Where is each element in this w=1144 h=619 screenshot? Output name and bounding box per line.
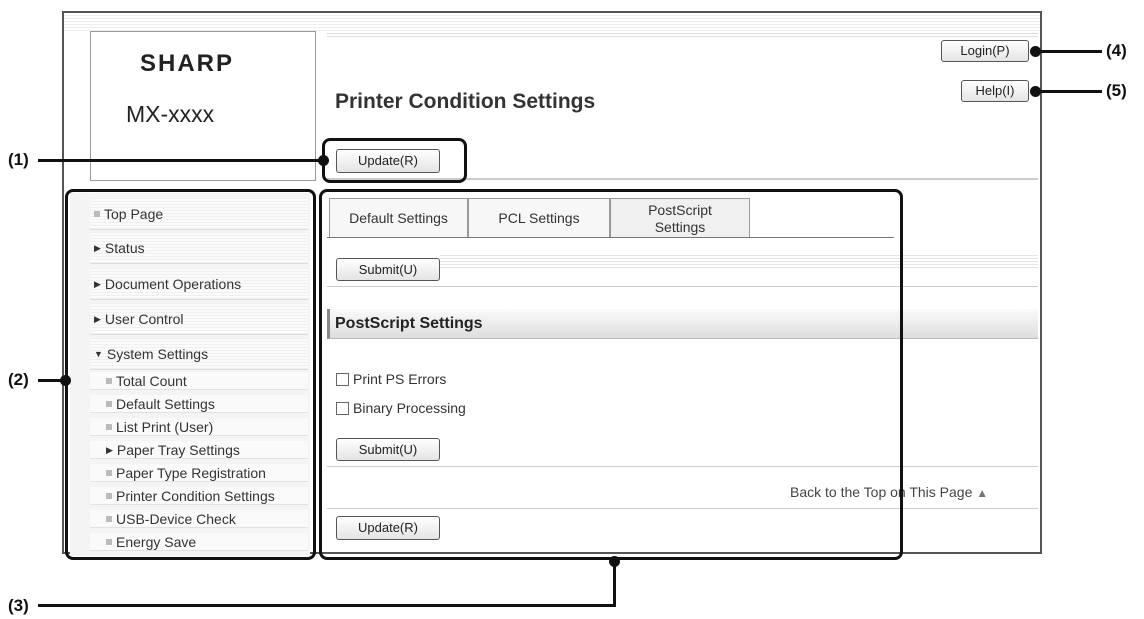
arrow-up-icon: ▲ bbox=[976, 486, 989, 500]
help-button[interactable]: Help(I) bbox=[961, 80, 1029, 102]
callout-label-2: (2) bbox=[8, 370, 29, 389]
callout-leader-5 bbox=[1036, 90, 1102, 93]
callout-label-5: (5) bbox=[1106, 81, 1127, 100]
callout-frame-1 bbox=[322, 138, 467, 183]
section-header-extension bbox=[895, 309, 1038, 339]
header-stripe bbox=[327, 31, 1038, 37]
login-button[interactable]: Login(P) bbox=[941, 40, 1029, 62]
frame-top-stripe bbox=[64, 13, 1040, 31]
brand-logo: SHARP bbox=[140, 50, 235, 77]
callout-leader-1 bbox=[38, 159, 323, 162]
callout-leader-4 bbox=[1036, 50, 1102, 53]
callout-frame-3 bbox=[319, 189, 903, 560]
callout-frame-2 bbox=[65, 189, 316, 560]
callout-leader-3-vertical bbox=[613, 563, 616, 607]
callout-dot-1 bbox=[318, 155, 329, 166]
callout-label-3: (3) bbox=[8, 596, 29, 615]
page-title: Printer Condition Settings bbox=[335, 90, 596, 113]
callout-label-1: (1) bbox=[8, 150, 29, 169]
callout-label-4: (4) bbox=[1106, 41, 1127, 60]
callout-dot-3 bbox=[609, 556, 620, 567]
callout-dot-2 bbox=[60, 375, 71, 386]
model-name: MX-xxxx bbox=[126, 101, 215, 127]
callout-leader-3-horizontal bbox=[38, 604, 616, 607]
